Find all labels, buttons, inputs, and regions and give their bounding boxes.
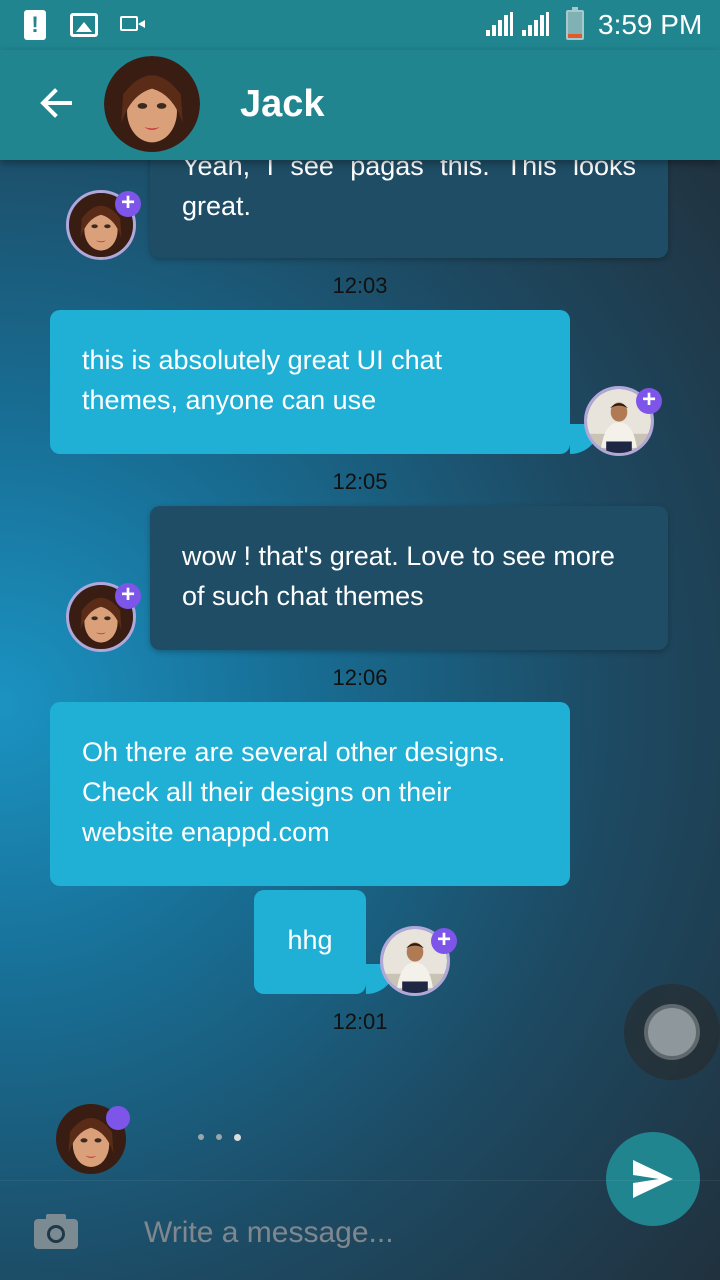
- message-time: 12:05: [332, 469, 388, 494]
- contact-avatar[interactable]: [104, 56, 200, 152]
- assistive-touch-button[interactable]: [624, 984, 720, 1080]
- message-bubble-outgoing: this is absolutely great UI chat themes,…: [50, 310, 570, 454]
- message-input[interactable]: [144, 1211, 564, 1255]
- message-bubble-incoming: wow ! that's great. Love to see more of …: [150, 506, 668, 650]
- battery-icon: [566, 7, 584, 40]
- composer-bar: [0, 1180, 720, 1280]
- message-bubble-outgoing: Oh there are several other designs. Chec…: [50, 702, 570, 886]
- message-text: Oh there are several other designs. Chec…: [82, 737, 506, 847]
- message-time: 12:01: [332, 1009, 388, 1034]
- signal-icon: [522, 12, 549, 36]
- message-text: Yeah, I see pagas this. This looks great…: [182, 151, 636, 221]
- clock: 3:59 PM: [598, 9, 703, 40]
- contact-name: Jack: [240, 83, 325, 125]
- message-time: 12:03: [332, 273, 388, 298]
- chat-header: Jack: [0, 50, 720, 160]
- online-status-dot: [106, 1106, 130, 1130]
- image-icon: [70, 13, 98, 37]
- video-icon: [120, 16, 145, 31]
- alert-icon: !: [24, 10, 46, 40]
- signal-icon: [486, 12, 513, 36]
- message-bubble-outgoing: hhg: [254, 890, 366, 994]
- add-badge-icon[interactable]: +: [115, 191, 141, 217]
- typing-indicator: [198, 1134, 241, 1141]
- message-text: hhg: [287, 925, 333, 955]
- camera-icon[interactable]: [34, 1213, 78, 1249]
- arrow-left-icon[interactable]: [36, 83, 76, 123]
- message-text: wow ! that's great. Love to see more of …: [182, 541, 615, 611]
- message-time: 12:06: [332, 665, 388, 690]
- message-text: this is absolutely great UI chat themes,…: [82, 345, 443, 415]
- add-badge-icon[interactable]: +: [636, 388, 662, 414]
- status-bar: ! 3:59 PM: [0, 0, 720, 50]
- add-badge-icon[interactable]: +: [431, 928, 457, 954]
- add-badge-icon[interactable]: +: [115, 583, 141, 609]
